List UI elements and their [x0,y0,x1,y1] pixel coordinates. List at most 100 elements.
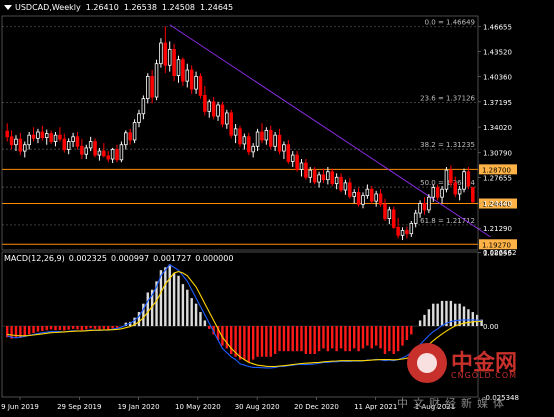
candle-body [462,171,466,190]
dropdown-triangle-icon [4,5,12,10]
brand-logo-icon [407,343,447,383]
candle-body [268,130,273,147]
candle-body [14,138,18,146]
candle-body [53,134,58,142]
candle-body [387,209,392,220]
candle-body [225,112,229,125]
candle-body [466,171,471,187]
candle-body [396,226,400,236]
fib-level-label: 0.0 = 1.46649 [425,19,475,27]
candle-body [167,48,172,66]
candle-body [44,133,49,138]
candle-body [391,209,396,228]
candle-body [194,75,198,90]
y-tick-label: 1.40360 [483,74,512,82]
close-value: 1.24645 [200,3,234,12]
candle-body [282,144,286,152]
candle-body [172,48,176,76]
candle-body [457,188,462,195]
candle-body [9,136,14,146]
y-tick-label: 1.24440 [483,200,512,208]
candle-body [163,42,168,66]
candle-body [431,187,436,198]
y-tick-label: 1.21290 [483,225,512,233]
candle-body [154,63,159,98]
price-panel: 0.0 = 1.46649 23.6 = 1.37126 38.2 = 1.3123… [2,19,491,245]
candle-body [185,69,190,82]
candle-body [141,98,146,115]
symbol-label: USDCAD,Weekly [15,3,81,12]
candle-body [260,131,264,141]
candle-body [348,182,352,197]
x-tick-label: 20 Dec 2020 [294,403,339,411]
candle-body [449,169,453,184]
y-tick-label: 1.46655 [483,24,512,32]
candle-body [128,132,132,141]
candle-body [18,138,23,152]
price-level-tag-label: 1.19270 [482,241,511,249]
macd-header: MACD(12,26,9) 0.002325 0.000997 0.001727 0.0… [4,254,237,263]
candle-body [339,176,343,191]
macd-label: MACD(12,26,9) [4,254,65,263]
candle-body [31,134,36,139]
candle-body [453,182,457,195]
x-tick-label: 10 May 2020 [175,403,221,411]
candle-body [189,69,194,90]
candle-body [216,104,220,117]
watermark-tagline: 中文财经新媒体 [397,397,509,410]
candle-body [361,195,365,205]
y-tick-label: 1.43520 [483,49,512,57]
y-tick-label: 1.30790 [483,150,512,158]
open-value: 1.26410 [85,3,119,12]
x-tick-label: 9 Jun 2019 [1,403,39,411]
candle-body [207,101,212,112]
candle-body [220,104,225,125]
candle-body [203,95,207,112]
candle-body [229,112,233,136]
candle-body [159,42,163,65]
candle-body [102,150,106,157]
candle-body [145,75,150,100]
candle-body [124,132,128,146]
macd-y-tick-label: 0.026462 [483,249,516,257]
candle-body [312,169,317,183]
candle-body [110,149,115,160]
candle-body [88,141,93,149]
candle-body [106,155,110,160]
candle-body [137,113,141,123]
candle-body [427,196,431,211]
candle-body [211,101,216,117]
candle-body [132,122,137,141]
trendline [169,24,491,238]
candle-body [409,222,414,235]
fib-level-label: 38.2 = 1.31235 [420,141,475,149]
macd-value-4: 0.000000 [195,254,234,263]
candle-body [176,59,181,76]
candle-body [36,131,40,139]
candle-body [435,187,440,198]
candle-body [422,203,427,211]
candle-body [286,144,291,162]
x-tick-label: 19 Jan 2020 [118,403,160,411]
x-tick-label: 30 Aug 2020 [235,403,280,411]
macd-value-3: 0.001727 [153,254,192,263]
candle-body [80,145,84,155]
candle-body [273,134,277,147]
candle-body [343,182,348,191]
candle-body [27,134,31,146]
candle-body [308,169,313,178]
candle-body [97,150,102,156]
candle-body [370,188,374,202]
candle-body [374,193,378,202]
candle-body [295,154,299,170]
candle-body [40,131,45,138]
macd-y-tick-label: 0.00 [483,323,499,331]
candle-body [413,212,418,224]
candle-body [277,134,282,152]
candle-body [444,169,449,190]
candle-body [321,174,326,181]
candle-body [383,203,387,220]
macd-value-2: 0.000997 [110,254,150,263]
y-tick-label: 1.34020 [483,124,512,132]
candle-body [233,128,238,136]
